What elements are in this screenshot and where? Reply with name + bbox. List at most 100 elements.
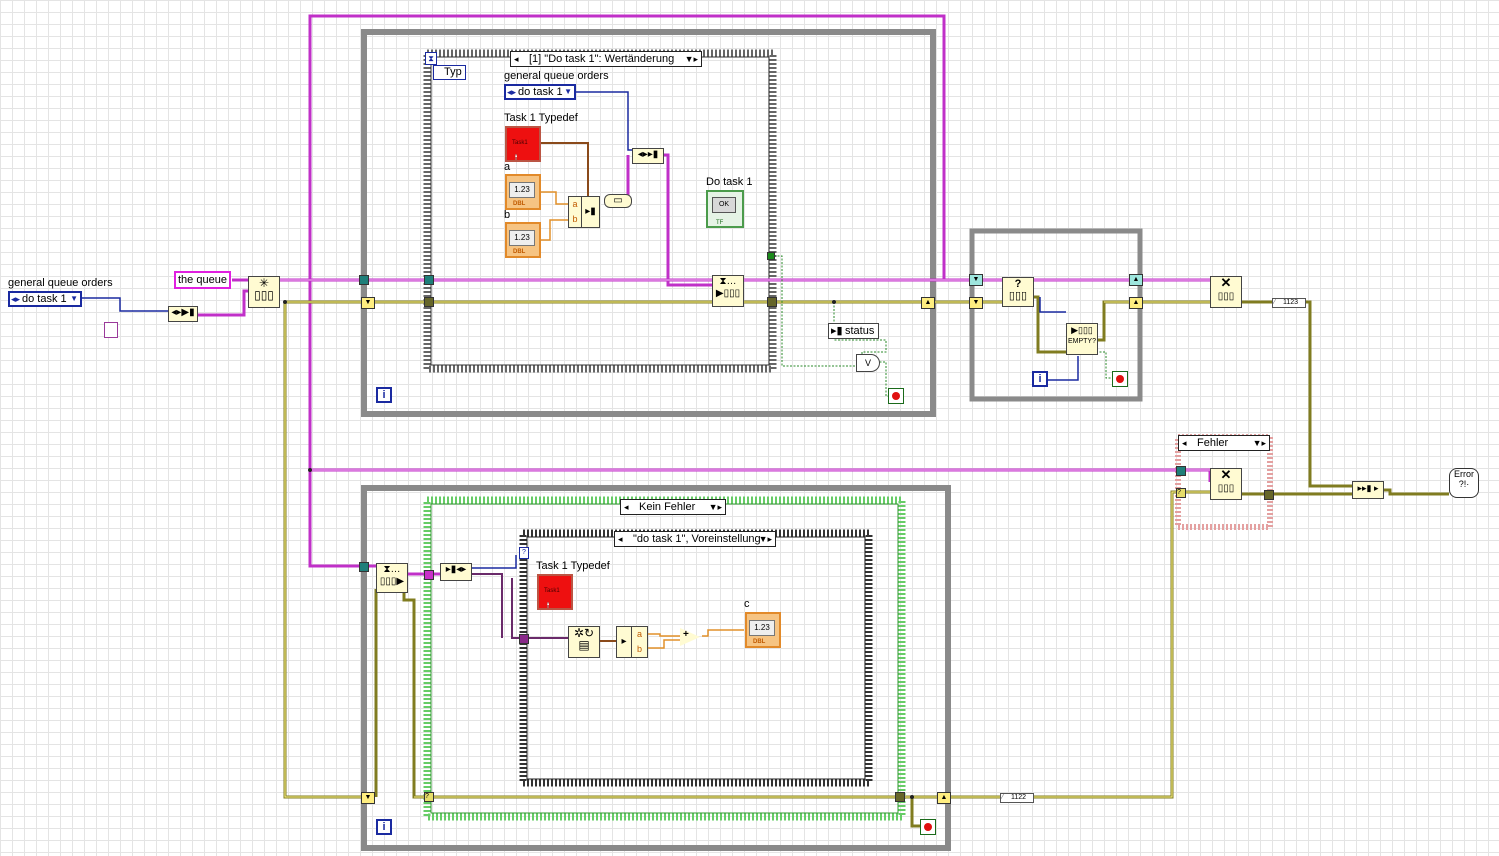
consumer-iteration-terminal: i [376,819,392,835]
increment-arrows-icon: ◂▸ [11,294,21,304]
enqueue-icon: ⧗… ▶▯▯▯ [715,276,741,299]
consumer-error-case-selector[interactable]: ◂ Kein Fehler ▼▸ [620,499,726,515]
typ-constant: Typ [433,65,466,80]
unbundle-message-node[interactable]: ▸▮◂▸ [440,563,472,581]
dropdown-arrow-icon[interactable]: ▼ [70,293,78,305]
wire-cluster-icon: ⁄ [1002,794,1004,801]
query-glyph: ? [1014,278,1022,290]
do-task-type: TF [716,220,724,226]
bundle-by-name-node[interactable]: a b ▸▮ [568,196,600,228]
dequeue-icon: ⧗… ▯▯▯▶ [379,564,405,587]
unbundle-status-node[interactable]: ▸▮ status [828,323,880,339]
status-label: status [845,325,875,337]
preview-queue-node[interactable]: ▶▯▯▯ EMPTY? [1066,323,1098,355]
producer-case-selector[interactable]: ◂ [1] "Do task 1": Wertänderung ▼▸ [510,51,702,67]
do-task-label: Do task 1 [706,176,753,188]
case-decrement-icon[interactable]: ◂ [624,500,629,514]
merge-errors-node[interactable]: ▸▸▮ ▸ [1352,481,1384,499]
consumer-queue-tunnel-in [359,562,369,572]
case-decrement-icon[interactable]: ◂ [1182,436,1187,450]
queue-orders-label: general queue orders [504,70,609,82]
unbundle-by-name-node[interactable]: ▸ a b [616,626,648,658]
error-case-selector[interactable]: ◂ Fehler ▼▸ [1178,435,1270,451]
num-a-control[interactable]: 1.23 DBL [505,174,541,210]
error-case-selector-terminal: ? [1176,488,1186,498]
result-c-indicator: 1.23 DBL [745,612,781,648]
queue-name-constant[interactable]: the queue [174,271,231,289]
producer-iteration-terminal: i [376,387,392,403]
consumer-shift-register-right: ▲ [937,792,951,804]
task-typedef-label: Task 1 Typedef [504,112,578,124]
to-variant-node[interactable]: ▭ [604,194,632,208]
case-boolean-tunnel-out [767,252,775,260]
enqueue-bundle-node[interactable]: ◂▸▸▮ [632,148,664,164]
error-case-error-tunnel-out [1264,490,1274,500]
status-constant-bottom[interactable]: ⁄ 1122 [1000,793,1034,803]
bundle-arrow-icon: ▸▮ [585,206,596,217]
task-typedef-constant[interactable]: Task1 ▪ [505,126,541,162]
or-gate-node[interactable]: V [856,354,880,372]
unbundle-b-label: b [636,644,642,654]
consumer-error-case-selector-label: Kein Fehler [639,501,696,513]
empty-loop-error-sr-left: ▼ [969,297,983,309]
unbundle-a-label: a [636,629,642,639]
error-case-selector-label: Fehler [1197,437,1229,449]
producer-shift-register-right: ▲ [921,297,935,309]
queue-status-icon: ? ▯▯▯ [1008,278,1028,302]
consumer-task-typedef-constant[interactable]: Task1 ▪ [537,574,573,610]
unbundle-arrow-icon: ▸▮ [831,325,843,337]
num-b-control[interactable]: 1.23 DBL [505,222,541,258]
dropdown-arrow-icon[interactable]: ▼ [564,86,572,98]
outside-queue-orders-value: do task 1 [22,293,67,305]
enqueue-element-node[interactable]: ⧗… ▶▯▯▯ [712,275,744,307]
dequeue-element-node[interactable]: ⧗… ▯▯▯▶ [376,563,408,593]
queue-orders-enum[interactable]: ◂▸ do task 1 ▼ [504,84,576,100]
consumer-task-case-selector[interactable]: ◂ "do task 1", Voreinstellung ▼▸ [614,531,776,547]
variant-to-data-node[interactable]: ✲↻ ▤ [568,626,600,658]
empty-loop-stop-terminal [1112,371,1128,387]
empty-loop-error-sr-right: ▲ [1129,297,1143,309]
case-decrement-icon[interactable]: ◂ [514,52,519,66]
queue-orders-value: do task 1 [518,86,563,98]
case-increment-icon[interactable]: ▼▸ [709,500,722,514]
consumer-case-variant-tunnel [424,570,434,580]
status-constant-top[interactable]: ⁄ 1123 [1272,298,1306,308]
consumer-task-typedef-label: Task 1 Typedef [536,560,610,572]
case-increment-icon[interactable]: ▼▸ [759,532,772,546]
num-b-label: b [504,209,511,221]
variant-to-data-icon: ✲↻ ▤ [573,626,595,652]
cluster-type-icon: ▪ [515,154,518,160]
do-task-button[interactable]: OK TF [706,190,744,228]
bundle-a-label: a [572,199,578,209]
block-diagram-wires [78,14,1449,851]
release-queue-icon: ✕ ▯▯▯ [1217,467,1235,494]
release-queue-node-top[interactable]: ✕ ▯▯▯ [1210,276,1242,308]
empty-loop-queue-sr-right: ▲ [1129,274,1143,286]
do-task-button-face: OK [712,197,736,213]
simple-error-handler-node[interactable]: Error ?!· [1449,468,1479,498]
status-constant-top-value: 1123 [1283,299,1299,306]
error-handler-text: Error [1454,469,1474,479]
consumer-stop-terminal [920,819,936,835]
num-a-type: DBL [513,201,526,207]
num-a-value: 1.23 [509,182,535,198]
outside-queue-orders-label: general queue orders [8,277,113,289]
case-increment-icon[interactable]: ▼▸ [685,52,698,66]
outside-queue-orders-enum[interactable]: ◂▸ do task 1 ▼ [8,291,82,307]
to-variant-bundle-node[interactable]: ◂▸▶▮ [168,306,198,322]
get-queue-status-node[interactable]: ? ▯▯▯ [1002,277,1034,307]
release-queue-node-bottom[interactable]: ✕ ▯▯▯ [1210,468,1242,500]
task-case-variant-tunnel [519,634,529,644]
num-b-value: 1.23 [509,230,535,246]
error-cluster-wires [283,295,1449,828]
preview-queue-icon: ▶▯▯▯ [1071,325,1093,335]
empty-loop-iteration-terminal: i [1032,371,1048,387]
case-error-tunnel-in [424,297,434,307]
empty-label: EMPTY? [1067,338,1096,345]
case-increment-icon[interactable]: ▼▸ [1253,436,1266,450]
producer-shift-register-left: ▼ [361,297,375,309]
case-decrement-icon[interactable]: ◂ [618,532,623,546]
bundle-b-label: b [572,214,578,224]
obtain-queue-node[interactable]: ✳ ▯▯▯ [248,276,280,308]
unbundle-arrow-icon: ▸ [621,636,627,647]
